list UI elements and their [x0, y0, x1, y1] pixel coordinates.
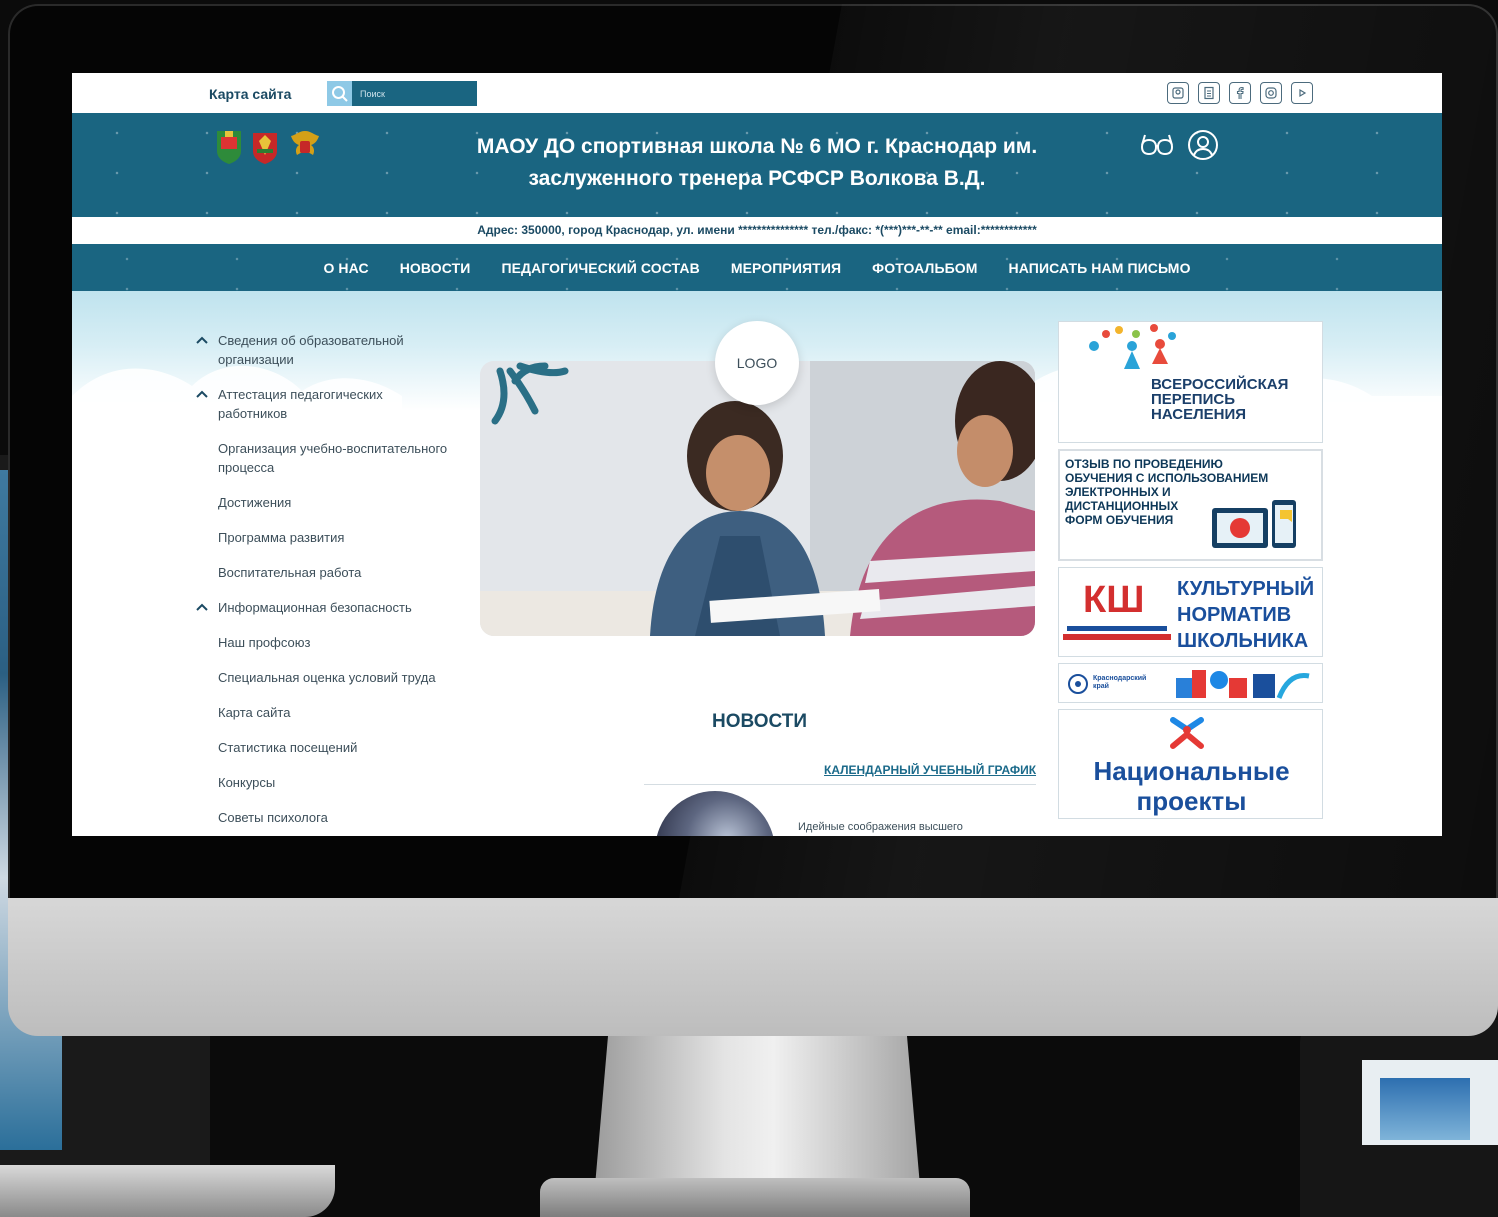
krai-emblem-icon	[253, 133, 277, 164]
side-menu-item[interactable]: Аттестация педагогических работников	[192, 385, 452, 423]
nav-item-about[interactable]: О НАС	[323, 260, 368, 276]
monitor-stand	[595, 1036, 920, 1186]
culture-line: ШКОЛЬНИКА	[1177, 630, 1309, 652]
culture-line: НОРМАТИВ	[1177, 604, 1292, 626]
nav-item-news[interactable]: НОВОСТИ	[400, 260, 471, 276]
nav-item-events[interactable]: МЕРОПРИЯТИЯ	[731, 260, 841, 276]
national-projects-line: проекты	[1136, 786, 1247, 816]
culture-line: КУЛЬТУРНЫЙ	[1177, 578, 1315, 600]
side-menu: Сведения об образовательной организации …	[192, 331, 452, 827]
krasnodar-region-emblem-icon	[1068, 674, 1088, 694]
banner-column: ВСЕРОССИЙСКАЯ ПЕРЕПИСЬ НАСЕЛЕНИЯ ОТЗЫВ П…	[1058, 321, 1323, 819]
user-account-icon[interactable]	[1187, 129, 1219, 161]
national-projects-line: Национальные	[1093, 756, 1290, 786]
census-logo-icon	[1089, 324, 1176, 369]
culture-logo: КШ	[1083, 579, 1145, 621]
krasnodar-emblem-icon	[217, 131, 241, 164]
side-menu-item[interactable]: Воспитательная работа	[192, 563, 452, 582]
feedback-line: ОБУЧЕНИЯ С ИСПОЛЬЗОВАНИЕМ	[1065, 471, 1269, 485]
krasnodar-region-label: Краснодарский край	[1093, 675, 1147, 690]
side-menu-item[interactable]: Организация учебно-воспитательного проце…	[192, 439, 452, 477]
side-menu-item[interactable]: Карта сайта	[192, 703, 452, 722]
side-menu-item[interactable]: Наш профсоюз	[192, 633, 452, 652]
ok-icon[interactable]	[1167, 82, 1189, 104]
search-input[interactable]	[352, 81, 477, 106]
contact-address-bar: Адрес: 350000, город Краснодар, ул. имен…	[72, 217, 1442, 244]
header-tools	[1139, 129, 1219, 161]
nav-item-teaching-staff[interactable]: ПЕДАГОГИЧЕСКИЙ СОСТАВ	[501, 260, 699, 276]
side-menu-item[interactable]: Статистика посещений	[192, 738, 452, 757]
instagram-icon[interactable]	[1260, 82, 1282, 104]
devices-illustration-icon	[1212, 500, 1296, 548]
accessibility-glasses-icon[interactable]	[1139, 129, 1175, 159]
distance-learning-feedback-banner[interactable]: ОТЗЫВ ПО ПРОВЕДЕНИЮ ОБУЧЕНИЯ С ИСПОЛЬЗОВ…	[1058, 449, 1323, 561]
feedback-line: ОТЗЫВ ПО ПРОВЕДЕНИЮ	[1065, 457, 1223, 471]
culture-logo-base	[1067, 626, 1167, 631]
chevron-up-icon	[196, 390, 208, 398]
russia-emblem-icon	[291, 131, 319, 155]
site-header: МАОУ ДО спортивная школа № 6 МО г. Красн…	[72, 113, 1442, 217]
census-line: ВСЕРОССИЙСКАЯ	[1151, 376, 1289, 393]
nav-item-write-us[interactable]: НАПИСАТЬ НАМ ПИСЬМО	[1009, 260, 1191, 276]
search-icon[interactable]	[327, 81, 352, 106]
side-menu-item[interactable]: Достижения	[192, 493, 452, 512]
news-heading: НОВОСТИ	[712, 711, 808, 732]
main-content: Сведения об образовательной организации …	[72, 291, 1442, 836]
national-projects-banner[interactable]: Национальные проекты	[1058, 709, 1323, 819]
main-navigation: О НАС НОВОСТИ ПЕДАГОГИЧЕСКИЙ СОСТАВ МЕРО…	[72, 244, 1442, 291]
side-menu-item[interactable]: Информационная безопасность	[192, 598, 452, 617]
website-screen: Карта сайта Поиск МАОУ ДО спортивная шко…	[72, 73, 1442, 836]
emblems	[215, 127, 323, 165]
top-utility-bar: Карта сайта	[72, 73, 1442, 113]
census-line: НАСЕЛЕНИЯ	[1151, 406, 1247, 423]
news-item-excerpt: Идейные соображения высшего	[798, 821, 963, 833]
side-menu-item[interactable]: Программа развития	[192, 528, 452, 547]
side-menu-item[interactable]: Специальная оценка условий труда	[192, 668, 452, 687]
facebook-icon[interactable]	[1229, 82, 1251, 104]
monitor-stand-foot	[540, 1178, 970, 1217]
site-title: МАОУ ДО спортивная школа № 6 МО г. Красн…	[476, 135, 1038, 190]
region-pattern-icon	[1176, 670, 1310, 699]
side-menu-item[interactable]: Советы психолога	[192, 808, 452, 827]
nav-item-photo-album[interactable]: ФОТОАЛЬБОМ	[872, 260, 977, 276]
background-device-thumbnail	[1380, 1078, 1470, 1140]
news-item-thumbnail[interactable]	[655, 791, 775, 836]
monitor-chin	[8, 898, 1498, 1036]
document-icon[interactable]	[1198, 82, 1220, 104]
chevron-up-icon	[196, 336, 208, 344]
national-projects-logo-icon	[1170, 717, 1204, 749]
census-line: ПЕРЕПИСЬ	[1151, 391, 1235, 408]
culture-standard-banner[interactable]: КШ КУЛЬТУРНЫЙ НОРМАТИВ ШКОЛЬНИКА	[1058, 567, 1323, 657]
news-divider	[644, 784, 1036, 785]
chevron-up-icon	[196, 603, 208, 611]
youtube-icon[interactable]	[1291, 82, 1313, 104]
site-logo[interactable]: LOGO	[715, 321, 799, 405]
culture-logo-stripe	[1063, 634, 1171, 640]
census-banner[interactable]: ВСЕРОССИЙСКАЯ ПЕРЕПИСЬ НАСЕЛЕНИЯ	[1058, 321, 1323, 443]
social-links	[1167, 82, 1313, 104]
krasnodar-region-banner[interactable]: Краснодарский край	[1058, 663, 1323, 703]
side-menu-item[interactable]: Конкурсы	[192, 773, 452, 792]
news-item-title-link[interactable]: КАЛЕНДАРНЫЙ УЧЕБНЫЙ ГРАФИК	[824, 763, 1036, 777]
search-box	[327, 81, 477, 106]
sitemap-link[interactable]: Карта сайта	[209, 86, 291, 102]
side-menu-item[interactable]: Сведения об образовательной организации	[192, 331, 452, 369]
background-laptop-base	[0, 1165, 335, 1217]
